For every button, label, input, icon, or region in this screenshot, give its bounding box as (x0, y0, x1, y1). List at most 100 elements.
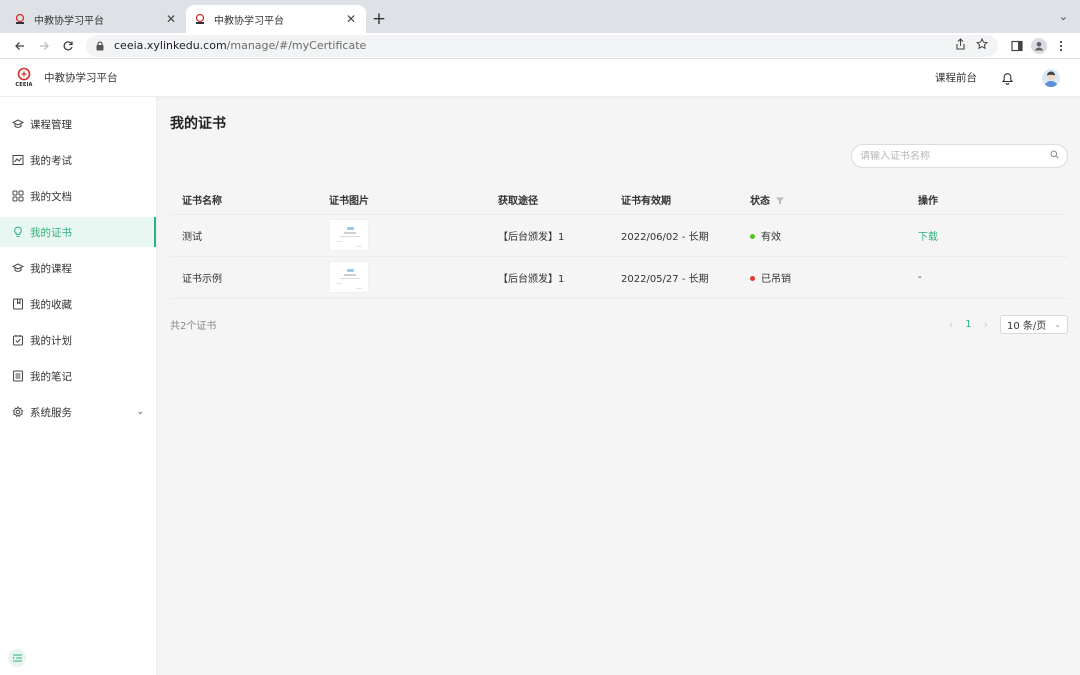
table-header-row: 证书名称 证书图片 获取途径 证书有效期 状态 操作 (170, 186, 1068, 215)
filter-icon[interactable] (776, 197, 784, 205)
sidebar-item-label: 我的考试 (30, 154, 72, 167)
page-title: 我的证书 (170, 116, 226, 132)
sidebar-item-my-plans[interactable]: 我的计划 (0, 325, 156, 355)
arrow-right-icon (40, 41, 49, 50)
col-status-label: 状态 (750, 196, 770, 208)
tab-title: 中教协学习平台 (34, 15, 104, 27)
tab-close-icon[interactable]: ✕ (344, 12, 358, 26)
certificate-validity: 2022/06/02 - 长期 (609, 214, 738, 257)
sidebar-item-my-exams[interactable]: 我的考试 (0, 145, 156, 175)
sidebar: 课程管理 我的考试 我的文档 我的证书 我的课程 我的收藏 我的计划 我的笔记 (0, 97, 157, 675)
sidebar-item-label: 系统服务 (30, 406, 72, 419)
browser-tab-1[interactable]: 中教协学习平台 ✕ (6, 5, 186, 33)
ceeia-logo[interactable]: CEEIA (14, 67, 34, 89)
page-size-value: 10 条/页 (1007, 320, 1047, 332)
col-status: 状态 (738, 186, 906, 215)
certificate-search-input[interactable] (860, 150, 1050, 162)
prev-page-icon[interactable]: ‹ (949, 318, 953, 331)
sidebar-item-my-favorites[interactable]: 我的收藏 (0, 289, 156, 319)
sidebar-item-label: 课程管理 (30, 118, 72, 131)
address-bar[interactable]: ceeia.xylinkedu.com/manage/#/myCertifica… (86, 34, 998, 57)
table-row: 证书示例 【后台颁发】1 2022/05/27 - 长期 已吊销 - (170, 256, 1068, 299)
sidebar-item-label: 我的笔记 (30, 370, 72, 383)
sidebar-item-course-management[interactable]: 课程管理 (0, 109, 156, 139)
reload-button[interactable] (56, 35, 80, 57)
user-avatar[interactable] (1042, 68, 1060, 87)
main-content: 我的证书 证书名称 证书图片 获取途径 证书有效期 状态 操作 (157, 97, 1080, 675)
browser-tab-bar: 中教协学习平台 ✕ 中教协学习平台 ✕ + ⌄ (0, 0, 1080, 33)
table-row: 测试 【后台颁发】1 2022/06/02 - 长期 有效 下载 (170, 214, 1068, 257)
graduation-cap-icon (12, 262, 24, 274)
col-actions: 操作 (906, 186, 1068, 215)
site-favicon-icon (195, 13, 205, 24)
sidebar-item-system-services[interactable]: 系统服务 ⌄ (0, 397, 156, 427)
certificate-search-box[interactable] (851, 144, 1068, 168)
col-validity: 证书有效期 (609, 186, 738, 215)
grid-icon (12, 190, 24, 202)
calendar-check-icon (12, 334, 24, 346)
app-title: 中教协学习平台 (44, 72, 118, 84)
status-text: 有效 (761, 231, 781, 243)
certificate-thumbnail-cell (317, 214, 486, 257)
sidebar-item-my-documents[interactable]: 我的文档 (0, 181, 156, 211)
share-icon[interactable] (955, 38, 966, 53)
download-link[interactable]: 下载 (918, 232, 938, 243)
graduation-cap-icon (12, 118, 24, 130)
search-icon[interactable] (1050, 150, 1059, 162)
gear-icon (12, 406, 24, 418)
side-panel-icon[interactable] (1006, 35, 1028, 57)
kebab-menu-icon[interactable] (1050, 35, 1072, 57)
certificate-validity: 2022/05/27 - 长期 (609, 256, 738, 299)
pagination: ‹ 1 › 10 条/页 ⌄ (949, 314, 1068, 334)
sidebar-item-my-courses[interactable]: 我的课程 (0, 253, 156, 283)
col-certificate-image: 证书图片 (317, 186, 486, 215)
forward-button[interactable] (32, 35, 56, 57)
next-page-icon[interactable]: › (984, 318, 988, 331)
url-host: ceeia.xylinkedu.com (114, 39, 227, 52)
tab-search-chevron-icon[interactable]: ⌄ (1059, 10, 1068, 23)
tab-close-icon[interactable]: ✕ (164, 12, 178, 26)
profile-icon[interactable] (1028, 35, 1050, 57)
site-favicon-icon (15, 13, 25, 24)
back-button[interactable] (8, 35, 32, 57)
bell-icon[interactable] (1001, 71, 1014, 85)
certificate-thumbnail[interactable] (329, 261, 369, 293)
status-badge: 有效 (738, 214, 906, 257)
app-header: CEEIA 中教协学习平台 课程前台 (0, 59, 1080, 97)
bulb-icon (12, 226, 24, 238)
certificate-name: 证书示例 (170, 256, 317, 299)
new-tab-button[interactable]: + (366, 5, 392, 33)
sidebar-item-my-certificates[interactable]: 我的证书 (0, 217, 156, 247)
page-size-select[interactable]: 10 条/页 ⌄ (1000, 314, 1068, 334)
actions-cell: - (906, 256, 1068, 299)
star-icon[interactable] (975, 37, 989, 53)
col-certificate-name: 证书名称 (170, 186, 317, 215)
status-dot (750, 276, 755, 281)
actions-cell: 下载 (906, 214, 1068, 257)
browser-toolbar: ceeia.xylinkedu.com/manage/#/myCertifica… (0, 33, 1080, 59)
sidebar-item-label: 我的收藏 (30, 298, 72, 311)
bookmark-icon (12, 298, 24, 310)
certificate-source: 【后台颁发】1 (486, 214, 609, 257)
url-path: /manage/#/myCertificate (226, 39, 367, 52)
browser-tab-2[interactable]: 中教协学习平台 ✕ (186, 5, 366, 33)
reload-icon (63, 40, 73, 50)
menu-collapse-icon (12, 654, 22, 662)
collapse-sidebar-button[interactable] (8, 649, 26, 667)
sidebar-item-my-notes[interactable]: 我的笔记 (0, 361, 156, 391)
total-count: 共2个证书 (170, 320, 217, 332)
current-page[interactable]: 1 (965, 319, 971, 330)
no-action-text: - (918, 271, 922, 283)
logo-text: CEEIA (15, 81, 33, 88)
sidebar-item-label: 我的课程 (30, 262, 72, 275)
col-source: 获取途径 (486, 186, 609, 215)
chart-icon (12, 154, 24, 166)
certificate-thumbnail[interactable] (329, 219, 369, 251)
course-front-link[interactable]: 课程前台 (935, 70, 977, 85)
status-text: 已吊销 (761, 273, 791, 285)
sidebar-item-label: 我的证书 (30, 226, 72, 239)
tab-title: 中教协学习平台 (214, 15, 284, 27)
chevron-down-icon[interactable]: ⌄ (136, 407, 144, 417)
certificate-thumbnail-cell (317, 256, 486, 299)
chevron-down-icon: ⌄ (1054, 319, 1061, 329)
